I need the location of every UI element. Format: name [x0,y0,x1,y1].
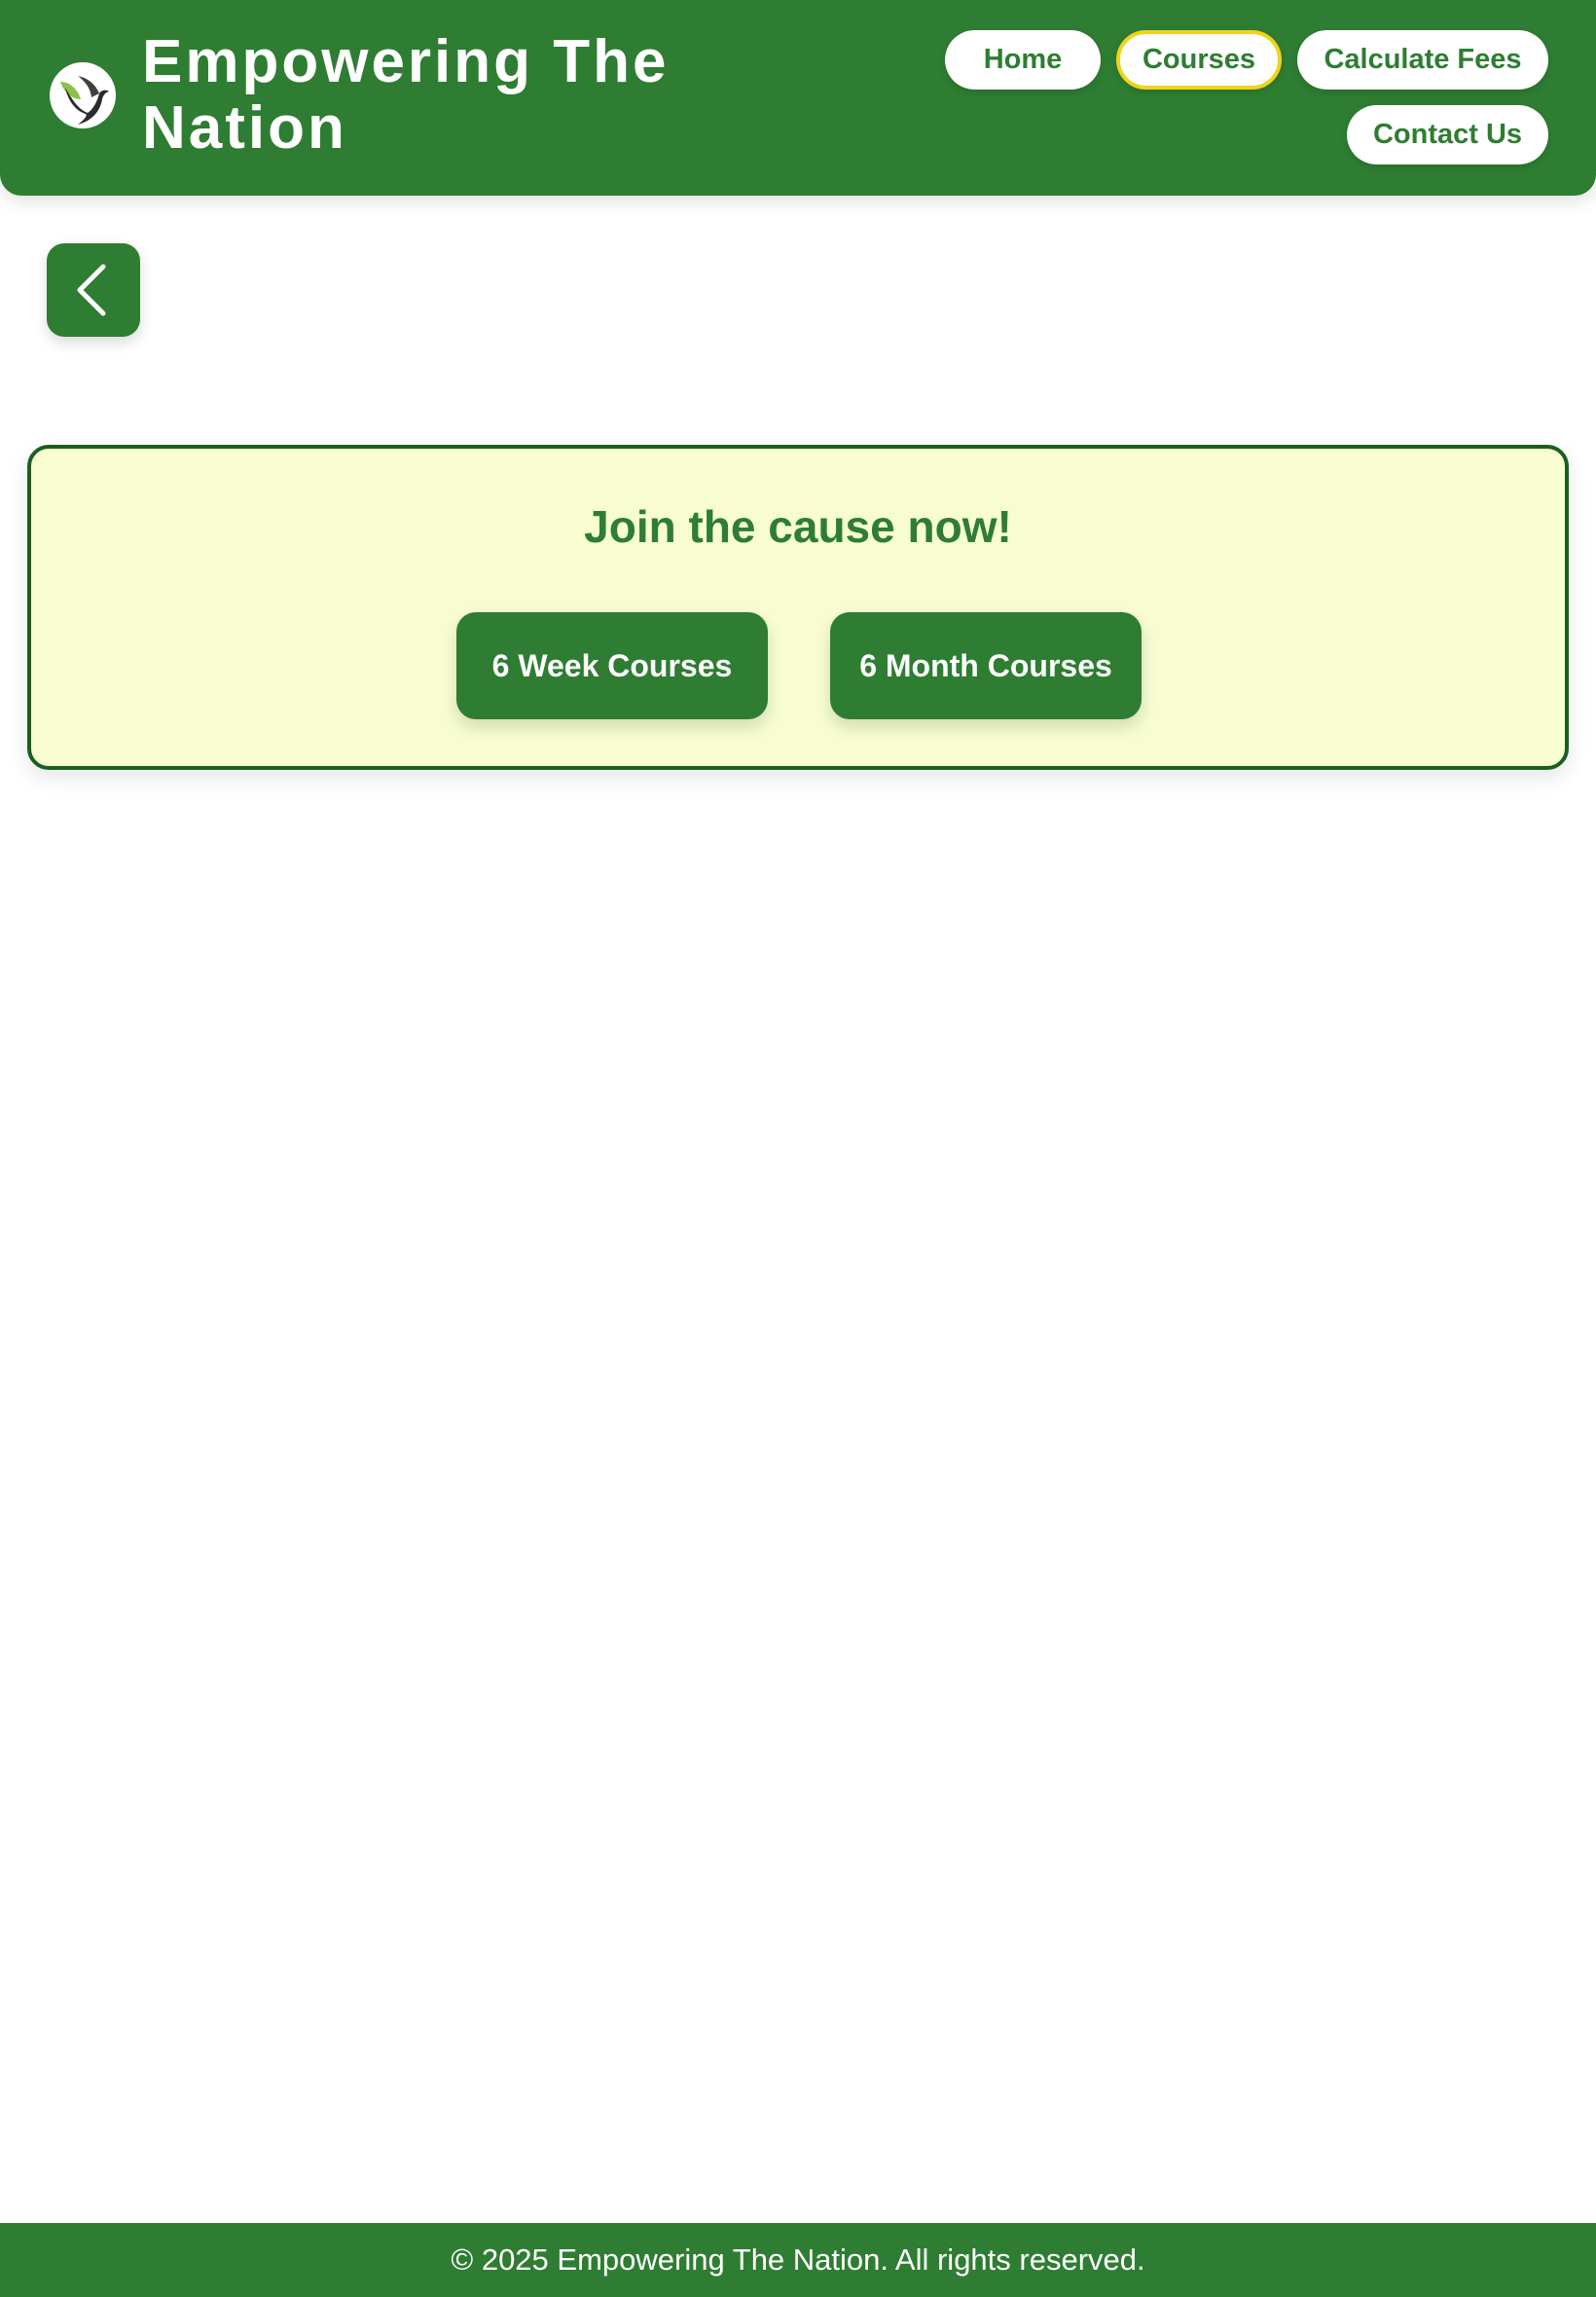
six-month-courses-button[interactable]: 6 Month Courses [830,612,1142,719]
six-week-courses-button[interactable]: 6 Week Courses [456,612,768,719]
nav-home-button[interactable]: Home [945,30,1101,90]
nav-courses-button[interactable]: Courses [1116,30,1282,90]
join-cause-panel: Join the cause now! 6 Week Courses 6 Mon… [27,445,1569,770]
join-cause-heading: Join the cause now! [584,501,1012,552]
dove-leaf-icon [49,60,117,130]
nav-calculate-fees-button[interactable]: Calculate Fees [1297,30,1548,90]
nav-contact-us-button[interactable]: Contact Us [1347,105,1548,164]
brand-title: Empowering The Nation [142,28,670,162]
chevron-left-icon [77,264,106,316]
site-header: Empowering The Nation Home Courses Calcu… [0,0,1596,196]
back-button[interactable] [47,243,140,337]
site-footer: © 2025 Empowering The Nation. All rights… [0,2223,1596,2297]
footer-copyright: © 2025 Empowering The Nation. All rights… [451,2242,1145,2277]
